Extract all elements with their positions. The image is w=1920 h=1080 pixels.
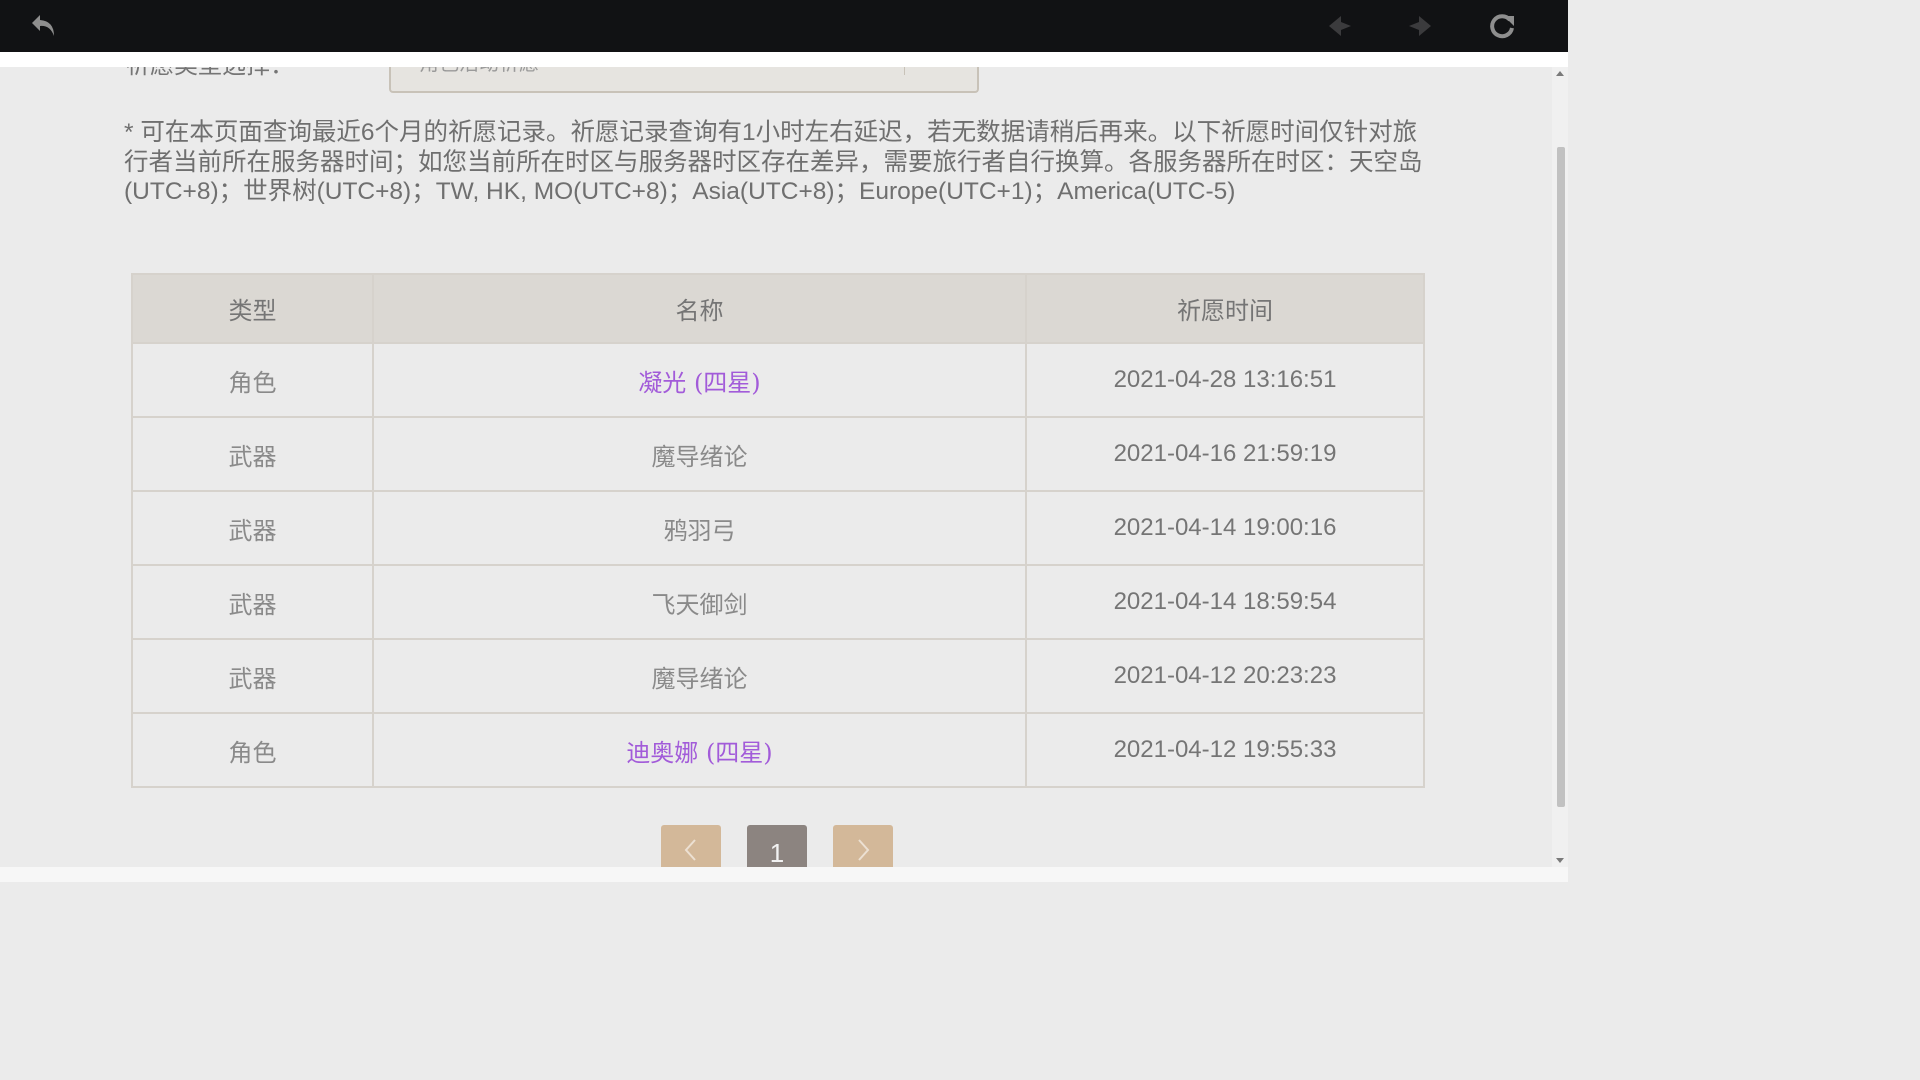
row-name: 魔导绪论 bbox=[372, 416, 1027, 492]
wish-history-table: 类型 名称 祈愿时间 角色 凝光 (四星) 2021-04-28 13:16:5… bbox=[131, 273, 1425, 788]
gacha-history-page: 祈愿类型选择： 角色活动祈愿 * 可在本页面查询最近6个月的祈愿记录。祈愿记录查… bbox=[0, 67, 1552, 867]
scroll-up-arrow-icon[interactable] bbox=[1555, 69, 1565, 79]
browser-toolbar bbox=[0, 0, 1568, 52]
row-name: 鸦羽弓 bbox=[372, 490, 1027, 566]
table-row: 武器 鸦羽弓 2021-04-14 19:00:16 bbox=[131, 490, 1425, 566]
chevron-left-icon bbox=[684, 839, 696, 861]
viewport-top-edge bbox=[0, 52, 1568, 67]
prev-page-icon bbox=[1329, 16, 1351, 36]
col-header-name: 名称 bbox=[372, 273, 1027, 344]
wish-type-selected: 角色活动祈愿 bbox=[419, 67, 539, 76]
chevron-right-icon bbox=[858, 839, 870, 861]
row-type: 角色 bbox=[131, 712, 374, 788]
row-type: 武器 bbox=[131, 490, 374, 566]
row-time: 2021-04-28 13:16:51 bbox=[1025, 342, 1425, 418]
history-notice: * 可在本页面查询最近6个月的祈愿记录。祈愿记录查询有1小时左右延迟，若无数据请… bbox=[124, 119, 1423, 205]
row-time: 2021-04-14 19:00:16 bbox=[1025, 490, 1425, 566]
row-time: 2021-04-12 19:55:33 bbox=[1025, 712, 1425, 788]
row-type: 角色 bbox=[131, 342, 374, 418]
col-header-time: 祈愿时间 bbox=[1025, 273, 1425, 344]
viewport-bottom-edge bbox=[0, 867, 1568, 882]
back-button[interactable] bbox=[24, 8, 64, 44]
table-row: 角色 迪奥娜 (四星) 2021-04-12 19:55:33 bbox=[131, 712, 1425, 788]
wish-type-label: 祈愿类型选择： bbox=[126, 67, 294, 80]
wish-type-select[interactable]: 角色活动祈愿 bbox=[389, 67, 979, 93]
prev-page-pager-button[interactable] bbox=[661, 825, 721, 867]
row-time: 2021-04-14 18:59:54 bbox=[1025, 564, 1425, 640]
table-row: 武器 飞天御剑 2021-04-14 18:59:54 bbox=[131, 564, 1425, 640]
row-type: 武器 bbox=[131, 564, 374, 640]
prev-page-button[interactable] bbox=[1320, 8, 1360, 44]
table-header-row: 类型 名称 祈愿时间 bbox=[131, 273, 1425, 344]
row-name: 魔导绪论 bbox=[372, 638, 1027, 714]
reload-button[interactable] bbox=[1482, 8, 1522, 44]
scrollbar-thumb[interactable] bbox=[1557, 147, 1565, 807]
table-row: 武器 魔导绪论 2021-04-16 21:59:19 bbox=[131, 416, 1425, 492]
row-time: 2021-04-16 21:59:19 bbox=[1025, 416, 1425, 492]
row-type: 武器 bbox=[131, 416, 374, 492]
row-name: 凝光 (四星) bbox=[372, 342, 1027, 418]
row-name: 飞天御剑 bbox=[372, 564, 1027, 640]
scroll-down-arrow-icon[interactable] bbox=[1555, 855, 1565, 865]
table-row: 角色 凝光 (四星) 2021-04-28 13:16:51 bbox=[131, 342, 1425, 418]
reload-icon bbox=[1490, 14, 1514, 39]
back-icon bbox=[32, 15, 54, 36]
select-divider bbox=[904, 67, 905, 75]
next-page-pager-button[interactable] bbox=[833, 825, 893, 867]
col-header-type: 类型 bbox=[131, 273, 374, 344]
row-name: 迪奥娜 (四星) bbox=[372, 712, 1027, 788]
next-page-button[interactable] bbox=[1400, 8, 1440, 44]
row-time: 2021-04-12 20:23:23 bbox=[1025, 638, 1425, 714]
table-row: 武器 魔导绪论 2021-04-12 20:23:23 bbox=[131, 638, 1425, 714]
next-page-icon bbox=[1409, 16, 1431, 36]
current-page-button[interactable]: 1 bbox=[747, 825, 807, 867]
row-type: 武器 bbox=[131, 638, 374, 714]
